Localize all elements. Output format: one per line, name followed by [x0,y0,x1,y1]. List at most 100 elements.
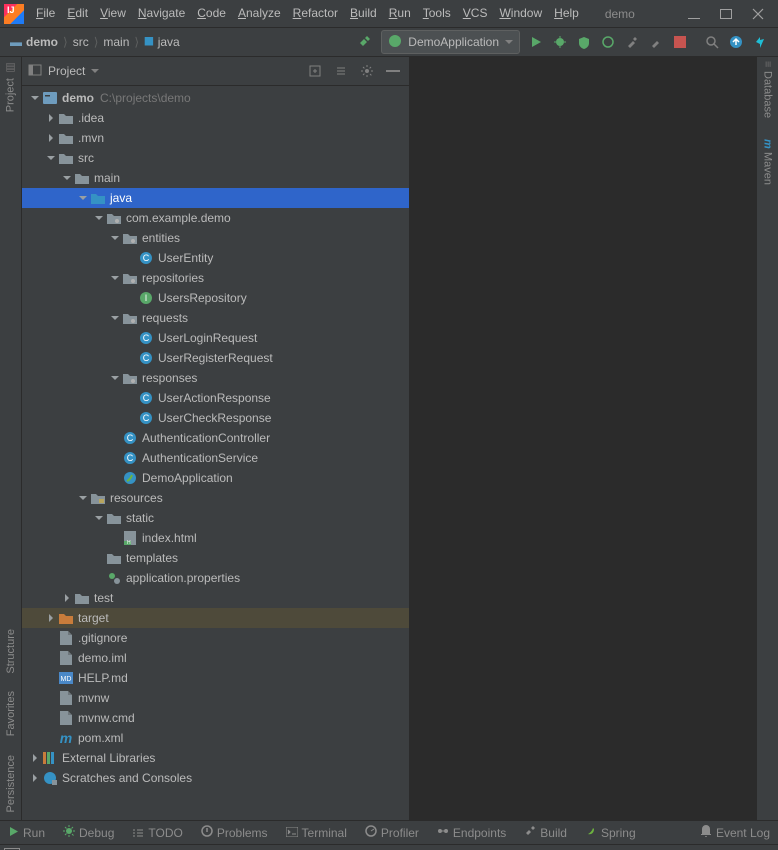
chevron-down-icon[interactable] [76,191,90,205]
tree-row[interactable]: entities [22,228,409,248]
coverage-icon[interactable] [572,31,596,53]
tree-row[interactable]: DemoApplication [22,468,409,488]
chevron-down-icon[interactable] [92,211,106,225]
tree-row[interactable]: CUserEntity [22,248,409,268]
gutter-maven-tab[interactable]: m Maven [762,139,774,186]
gutter-project-tab[interactable]: Project ▤ [4,61,17,112]
tree-row[interactable]: java [22,188,409,208]
menu-code[interactable]: Code [191,0,232,27]
tree-row[interactable]: requests [22,308,409,328]
minimize-icon[interactable] [688,8,700,20]
chevron-down-icon[interactable] [108,371,122,385]
attach-icon[interactable] [620,31,644,53]
tree-row[interactable]: Scratches and Consoles [22,768,409,788]
toolwin-run-tab[interactable]: Run [8,826,45,840]
tree-row[interactable]: src [22,148,409,168]
run-config-dropdown[interactable]: DemoApplication [381,30,520,54]
toolwin-problems-tab[interactable]: Problems [201,825,268,840]
chevron-down-icon[interactable] [91,64,99,78]
tree-row[interactable]: CUserRegisterRequest [22,348,409,368]
tree-row[interactable]: MDHELP.md [22,668,409,688]
chevron-right-icon[interactable] [60,591,74,605]
tree-row[interactable]: CUserLoginRequest [22,328,409,348]
toolwin-endpoints-tab[interactable]: Endpoints [437,825,506,840]
toolwin-terminal-tab[interactable]: Terminal [286,826,347,840]
gutter-favorites-tab[interactable]: Favorites [5,691,17,736]
tree-row[interactable]: CAuthenticationController [22,428,409,448]
toolwin-build-tab[interactable]: Build [524,825,567,840]
close-icon[interactable] [752,8,764,20]
chevron-right-icon[interactable] [44,131,58,145]
gear-icon[interactable] [357,61,377,81]
chevron-right-icon[interactable] [44,611,58,625]
tree-row[interactable]: CUserActionResponse [22,388,409,408]
chevron-down-icon[interactable] [28,91,42,105]
menu-tools[interactable]: Tools [417,0,457,27]
chevron-down-icon[interactable] [60,171,74,185]
tree-row[interactable]: responses [22,368,409,388]
menu-view[interactable]: View [94,0,132,27]
toolwin-spring-tab[interactable]: Spring [585,825,636,840]
tree-row[interactable]: External Libraries [22,748,409,768]
tree-row[interactable]: demo.iml [22,648,409,668]
tree-row[interactable]: application.properties [22,568,409,588]
menu-vcs[interactable]: VCS [457,0,494,27]
chevron-down-icon[interactable] [108,231,122,245]
menu-run[interactable]: Run [383,0,417,27]
tree-row[interactable]: Hindex.html [22,528,409,548]
search-icon[interactable] [700,31,724,53]
gutter-persistence-tab[interactable]: Persistence [5,755,17,812]
attach-debug-icon[interactable] [644,31,668,53]
tree-row[interactable]: templates [22,548,409,568]
tree-row[interactable]: mvnw [22,688,409,708]
breadcrumb-item[interactable]: main [99,35,133,49]
tree-row[interactable]: mpom.xml [22,728,409,748]
menu-edit[interactable]: Edit [61,0,94,27]
tree-row[interactable]: CUserCheckResponse [22,408,409,428]
tree-row[interactable]: repositories [22,268,409,288]
breadcrumb-item[interactable]: ⯀java [140,35,184,50]
tree-row[interactable]: IUsersRepository [22,288,409,308]
chevron-down-icon[interactable] [76,491,90,505]
chevron-down-icon[interactable] [92,511,106,525]
menu-navigate[interactable]: Navigate [132,0,191,27]
menu-window[interactable]: Window [493,0,548,27]
toolwin-debug-tab[interactable]: Debug [63,825,114,840]
tree-row[interactable]: demoC:\projects\demo [22,88,409,108]
project-tree[interactable]: demoC:\projects\demo.idea.mvnsrcmainjava… [22,86,409,820]
debug-icon[interactable] [548,31,572,53]
stop-icon[interactable] [668,31,692,53]
chevron-right-icon[interactable] [44,111,58,125]
toolwin-profiler-tab[interactable]: Profiler [365,825,419,840]
chevron-right-icon[interactable] [28,751,42,765]
toolwin-event-log-tab[interactable]: Event Log [700,825,770,840]
tree-row[interactable]: .gitignore [22,628,409,648]
tree-row[interactable]: test [22,588,409,608]
tree-row[interactable]: .mvn [22,128,409,148]
menu-build[interactable]: Build [344,0,383,27]
maximize-icon[interactable] [720,8,732,20]
expand-all-icon[interactable] [331,61,351,81]
breadcrumb-item[interactable]: ▬demo [6,35,62,49]
breadcrumb-item[interactable]: src [69,35,93,49]
tree-row[interactable]: main [22,168,409,188]
hammer-build-icon[interactable] [353,31,377,53]
menu-refactor[interactable]: Refactor [287,0,344,27]
tree-row[interactable]: .idea [22,108,409,128]
menu-analyze[interactable]: Analyze [232,0,287,27]
chevron-down-icon[interactable] [108,311,122,325]
gutter-database-tab[interactable]: ≡ Database [762,61,774,119]
select-open-file-icon[interactable] [305,61,325,81]
toolwin-todo-tab[interactable]: TODO [132,826,182,840]
profile-icon[interactable] [596,31,620,53]
tree-row[interactable]: mvnw.cmd [22,708,409,728]
gutter-structure-tab[interactable]: Structure [5,629,17,674]
tree-row[interactable]: resources [22,488,409,508]
tree-row[interactable]: com.example.demo [22,208,409,228]
menu-file[interactable]: File [30,0,61,27]
chevron-down-icon[interactable] [44,151,58,165]
update-icon[interactable] [724,31,748,53]
tree-row[interactable]: target [22,608,409,628]
run-icon[interactable] [524,31,548,53]
tree-row[interactable]: CAuthenticationService [22,448,409,468]
